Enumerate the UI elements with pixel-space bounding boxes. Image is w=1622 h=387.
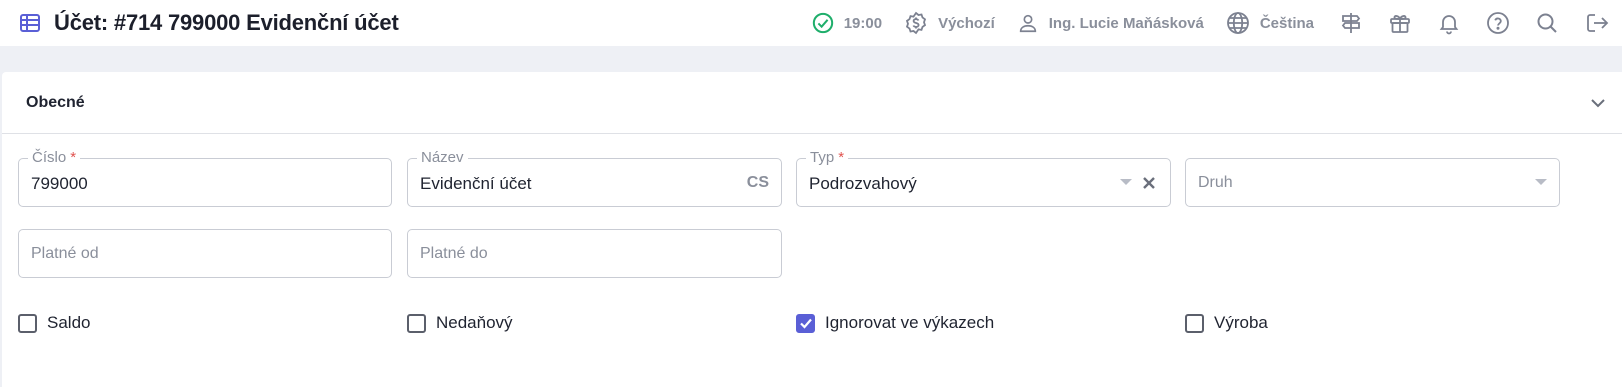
page-title: Účet: #714 799000 Evidenční účet (54, 10, 399, 35)
header-toolbar: 19:00 Výchozí Ing. Lucie Maňásková Češti… (790, 0, 1610, 46)
typ-label: Typ * (806, 149, 849, 167)
cislo-field[interactable]: Číslo * 799000 (18, 149, 392, 207)
checkbox-label: Saldo (47, 313, 91, 332)
checkbox-label: Výroba (1214, 313, 1268, 332)
pricelist-selector[interactable]: Výchozí (904, 11, 995, 35)
druh-placeholder: Druh (1198, 174, 1233, 191)
language-code-badge[interactable]: CS (747, 174, 769, 192)
dropdown-arrow-icon[interactable] (1120, 179, 1132, 185)
platne-do-field[interactable]: Platné do (407, 229, 782, 278)
checkbox-box[interactable] (407, 313, 426, 333)
bell-icon[interactable] (1437, 11, 1461, 35)
table-icon (18, 11, 42, 35)
signpost-icon[interactable] (1339, 11, 1363, 35)
logout-icon[interactable] (1584, 11, 1610, 35)
globe-icon (1226, 12, 1249, 34)
checkbox-box-checked[interactable] (796, 313, 815, 333)
checkbox-box[interactable] (1185, 313, 1204, 333)
user-menu[interactable]: Ing. Lucie Maňásková (1017, 12, 1204, 34)
typ-select[interactable]: Typ * Podrozvahový (796, 149, 1171, 207)
nazev-value: Evidenční účet (420, 174, 532, 193)
clear-icon[interactable] (1140, 174, 1158, 192)
search-icon[interactable] (1535, 11, 1559, 35)
cislo-value: 799000 (31, 174, 88, 193)
checkbox-label: Nedaňový (436, 313, 513, 332)
language-label: Čeština (1259, 14, 1314, 32)
pricelist-label: Výchozí (938, 14, 995, 32)
user-icon (1019, 14, 1036, 33)
help-icon[interactable] (1486, 11, 1510, 35)
platne-do-placeholder: Platné do (420, 245, 488, 262)
session-time[interactable]: 19:00 (812, 12, 882, 34)
gift-icon[interactable] (1388, 11, 1412, 35)
saldo-checkbox[interactable]: Saldo (18, 313, 90, 333)
check-circle-icon (812, 12, 833, 34)
dollar-badge-icon (906, 11, 927, 35)
typ-value: Podrozvahový (809, 174, 917, 193)
druh-select[interactable]: Druh (1185, 158, 1560, 207)
language-selector[interactable]: Čeština (1226, 11, 1314, 35)
time-label: 19:00 (843, 14, 883, 32)
top-bar: Účet: #714 799000 Evidenční účet 19:00 V… (0, 0, 1622, 46)
section-header[interactable]: Obecné (2, 72, 1622, 134)
user-name: Ing. Lucie Maňásková (1048, 14, 1204, 32)
dropdown-arrow-icon[interactable] (1535, 179, 1547, 185)
ignorovat-checkbox[interactable]: Ignorovat ve výkazech (796, 313, 994, 333)
nedanovy-checkbox[interactable]: Nedaňový (407, 313, 513, 333)
checkmark-icon (799, 318, 812, 329)
checkbox-box[interactable] (18, 313, 37, 333)
section-title: Obecné (26, 93, 85, 111)
cislo-label: Číslo * (28, 149, 81, 167)
platne-od-placeholder: Platné od (31, 245, 99, 262)
nazev-field[interactable]: Název Evidenční účet CS (407, 149, 782, 207)
chevron-down-icon[interactable] (1588, 93, 1608, 113)
vyroba-checkbox[interactable]: Výroba (1185, 313, 1268, 333)
checkbox-label: Ignorovat ve výkazech (825, 313, 995, 332)
nazev-label: Název (417, 149, 468, 167)
platne-od-field[interactable]: Platné od (18, 229, 392, 278)
